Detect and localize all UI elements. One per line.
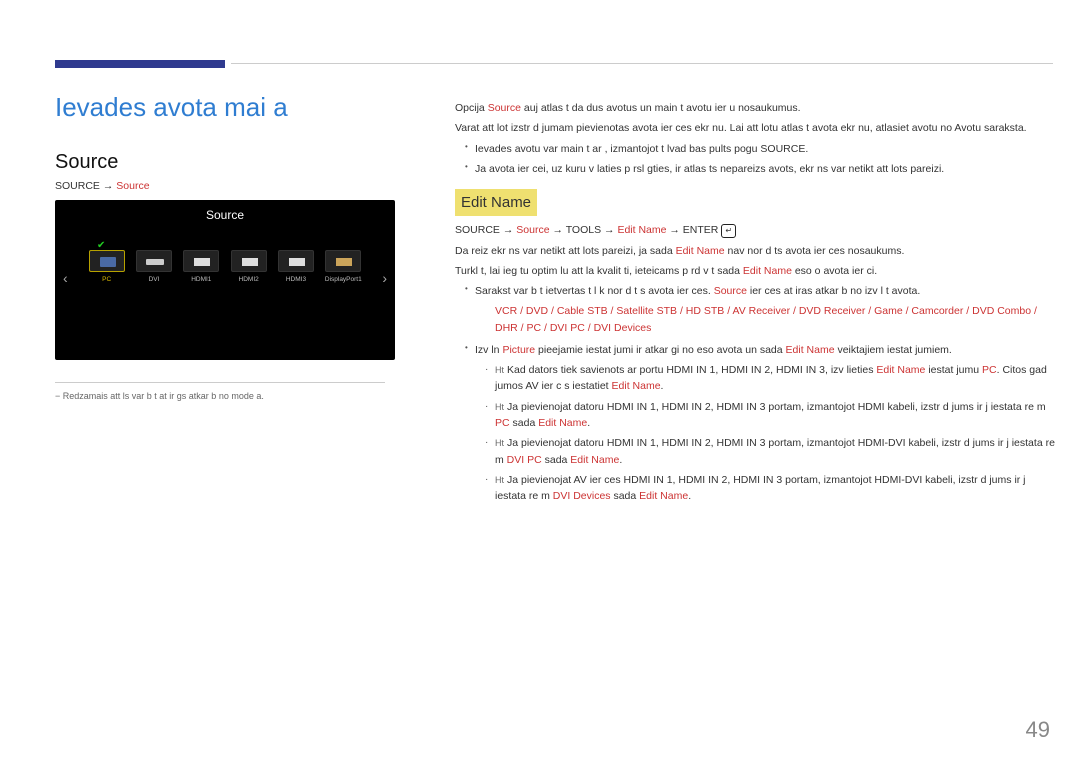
arrow-right-icon[interactable]: › <box>382 270 387 286</box>
section-heading-source: Source <box>55 151 400 174</box>
note-1: HtKad dators tiek savienots ar portu HDM… <box>485 362 1055 395</box>
bullet-1: Ievades avotu var main t ar , izmantojot… <box>465 141 1055 157</box>
page-title: Ievades avota mai a <box>55 92 400 123</box>
source-item-pc[interactable]: ✔PC <box>85 250 128 286</box>
note-list: HtKad dators tiek savienots ar portu HDM… <box>485 362 1055 504</box>
hdmi-icon <box>231 250 267 272</box>
para-4: Turkl t, lai ieg tu optim lu att la kval… <box>455 263 1055 279</box>
source-item-label: HDMI3 <box>274 276 317 286</box>
header-rule <box>55 55 1055 73</box>
footnote-divider <box>55 382 385 383</box>
bullet-list-2: Sarakst var b t ietvertas t l k nor d t … <box>465 283 1055 504</box>
dvi-icon <box>136 250 172 272</box>
subsection-edit-name: Edit Name <box>455 189 537 216</box>
nav-path-source: SOURCE → Source <box>55 180 400 192</box>
para-3: Da reiz ekr ns var netikt att lots parei… <box>455 243 1055 259</box>
para-1: Opcija Source auj atlas t da dus avotus … <box>455 100 1055 116</box>
inline-source: Source <box>488 102 521 114</box>
footnote-text: − Redzamais att ls var b t at ir gs atka… <box>55 391 400 401</box>
enter-icon: ↵ <box>721 224 736 238</box>
source-item-dvi[interactable]: DVI <box>132 250 175 286</box>
bullet-4: Izv ln Picture pieejamie iestat jumi ir … <box>465 342 1055 504</box>
source-item-label: PC <box>85 276 128 286</box>
dp-icon <box>325 250 361 272</box>
options-list: VCR / DVD / Cable STB / Satellite STB / … <box>495 303 1055 336</box>
source-item-hdmi3[interactable]: HDMI3 <box>274 250 317 286</box>
path-prefix: SOURCE → <box>55 180 116 192</box>
page-number: 49 <box>1026 717 1050 743</box>
path-highlight: Source <box>116 180 149 192</box>
nav-path-edit-name: SOURCE → Source → TOOLS → Edit Name → EN… <box>455 222 1055 238</box>
note-2: HtJa pievienojat datoru HDMI IN 1, HDMI … <box>485 399 1055 432</box>
bullet-2: Ja avota ier cei, uz kuru v laties p rsl… <box>465 161 1055 177</box>
left-column: Ievades avota mai a Source SOURCE → Sour… <box>55 92 400 401</box>
source-item-label: DisplayPort1 <box>322 276 365 286</box>
note-4: HtJa pievienojat AV ier ces HDMI IN 1, H… <box>485 472 1055 505</box>
source-icons-row: ✔PC DVI HDMI1 HDMI2 HDMI3 DisplayPort1 <box>85 250 365 286</box>
hdmi-icon <box>183 250 219 272</box>
source-item-displayport1[interactable]: DisplayPort1 <box>322 250 365 286</box>
tv-title: Source <box>55 200 395 222</box>
right-column: Opcija Source auj atlas t da dus avotus … <box>455 100 1055 508</box>
source-item-label: HDMI2 <box>227 276 270 286</box>
note-3: HtJa pievienojat datoru HDMI IN 1, HDMI … <box>485 435 1055 468</box>
para-2: Varat att lot izstr d jumam pievienotas … <box>455 120 1055 136</box>
source-preview: Source ‹ › ✔PC DVI HDMI1 HDMI2 HDMI3 DisplayP… <box>55 200 395 360</box>
source-item-hdmi1[interactable]: HDMI1 <box>180 250 223 286</box>
arrow-left-icon[interactable]: ‹ <box>63 270 68 286</box>
bullet-list-1: Ievades avotu var main t ar , izmantojot… <box>465 141 1055 178</box>
source-item-label: HDMI1 <box>180 276 223 286</box>
pc-icon <box>89 250 125 272</box>
source-item-label: DVI <box>132 276 175 286</box>
hdmi-icon <box>278 250 314 272</box>
source-item-hdmi2[interactable]: HDMI2 <box>227 250 270 286</box>
bullet-3: Sarakst var b t ietvertas t l k nor d t … <box>465 283 1055 336</box>
